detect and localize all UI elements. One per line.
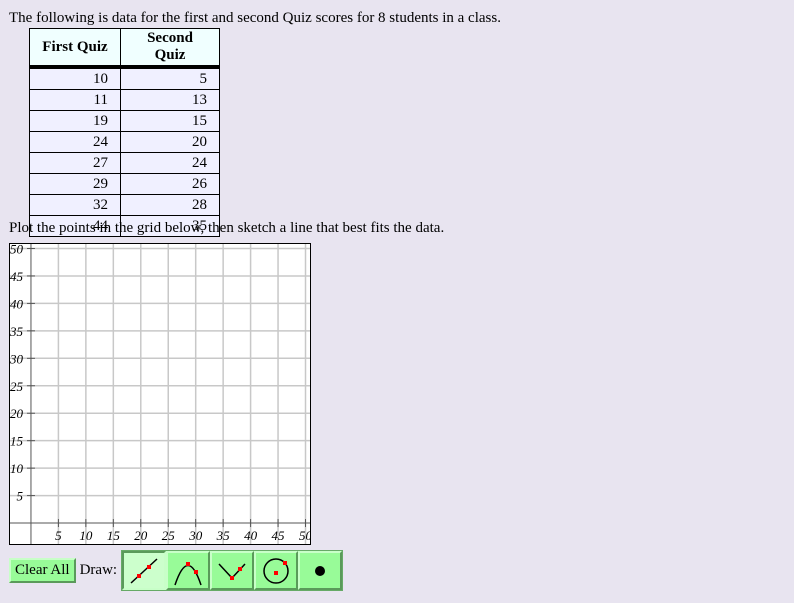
x-tick-label: 15	[107, 528, 121, 543]
intro-text: The following is data for the first and …	[9, 10, 501, 26]
x-tick-label: 25	[162, 528, 176, 543]
line-tool-button[interactable]	[122, 551, 167, 590]
first-quiz-cell: 24	[29, 131, 121, 153]
x-tick-label: 30	[188, 528, 203, 543]
second-quiz-cell: 20	[120, 131, 220, 153]
clear-all-button[interactable]: Clear All	[9, 558, 76, 583]
x-tick-label: 40	[244, 528, 258, 543]
y-tick-label: 35	[9, 324, 23, 339]
prompt-text: Plot the points in the grid below, then …	[9, 220, 445, 236]
first-quiz-cell: 32	[29, 194, 121, 216]
grid-background	[9, 243, 311, 545]
second-quiz-cell: 26	[120, 173, 220, 195]
point-tool-button[interactable]	[298, 551, 343, 590]
y-tick-label: 50	[10, 243, 24, 256]
first-quiz-cell: 10	[29, 66, 121, 90]
first-quiz-cell: 11	[29, 89, 121, 111]
x-tick-label: 5	[55, 528, 62, 543]
x-tick-label: 35	[216, 528, 231, 543]
circle-icon	[263, 557, 289, 584]
point-icon	[315, 565, 326, 576]
quiz-table: First Quiz Second Quiz 10 5 11 13 19 15 24 20 27…	[29, 28, 220, 237]
table-row: 19 15	[29, 110, 220, 132]
y-tick-label: 45	[10, 269, 24, 284]
table-row: 32 28	[29, 194, 220, 216]
table-row: 29 26	[29, 173, 220, 195]
second-quiz-cell: 24	[120, 152, 220, 174]
y-tick-label: 40	[10, 296, 24, 311]
line-icon	[130, 557, 158, 584]
table-row: 10 5	[29, 66, 220, 90]
x-tick-label: 50	[299, 528, 311, 543]
parabola-icon	[174, 561, 202, 585]
header-second-quiz: Second Quiz	[120, 28, 220, 69]
circle-tool-button[interactable]	[254, 551, 299, 590]
plot-grid[interactable]: 5 10 15 20 25 30 35 40 45 50 5 10 15 20 25 30 35 40 45 50	[9, 243, 311, 545]
first-quiz-cell: 19	[29, 110, 121, 132]
first-quiz-cell: 27	[29, 152, 121, 174]
second-quiz-cell: 5	[120, 66, 220, 90]
y-tick-label: 20	[10, 406, 24, 421]
x-tick-label: 45	[272, 528, 286, 543]
absolute-value-tool-button[interactable]	[210, 551, 255, 590]
parabola-tool-button[interactable]	[166, 551, 211, 590]
table-row: 24 20	[29, 131, 220, 153]
second-quiz-cell: 28	[120, 194, 220, 216]
first-quiz-cell: 29	[29, 173, 121, 195]
tool-palette	[121, 550, 344, 591]
table-row: 27 24	[29, 152, 220, 174]
y-tick-label: 5	[16, 489, 23, 504]
header-first-quiz: First Quiz	[29, 28, 121, 69]
x-tick-label: 20	[134, 528, 148, 543]
y-tick-label: 30	[9, 351, 23, 366]
draw-label: Draw:	[79, 562, 118, 578]
draw-controls: Clear All Draw:	[9, 550, 344, 591]
y-tick-label: 25	[10, 379, 24, 394]
table-row: 11 13	[29, 89, 220, 111]
y-tick-label: 15	[10, 434, 24, 449]
absolute-value-icon	[218, 562, 246, 580]
y-tick-label: 10	[10, 461, 24, 476]
x-tick-label: 10	[79, 528, 93, 543]
second-quiz-cell: 15	[120, 110, 220, 132]
second-quiz-cell: 13	[120, 89, 220, 111]
